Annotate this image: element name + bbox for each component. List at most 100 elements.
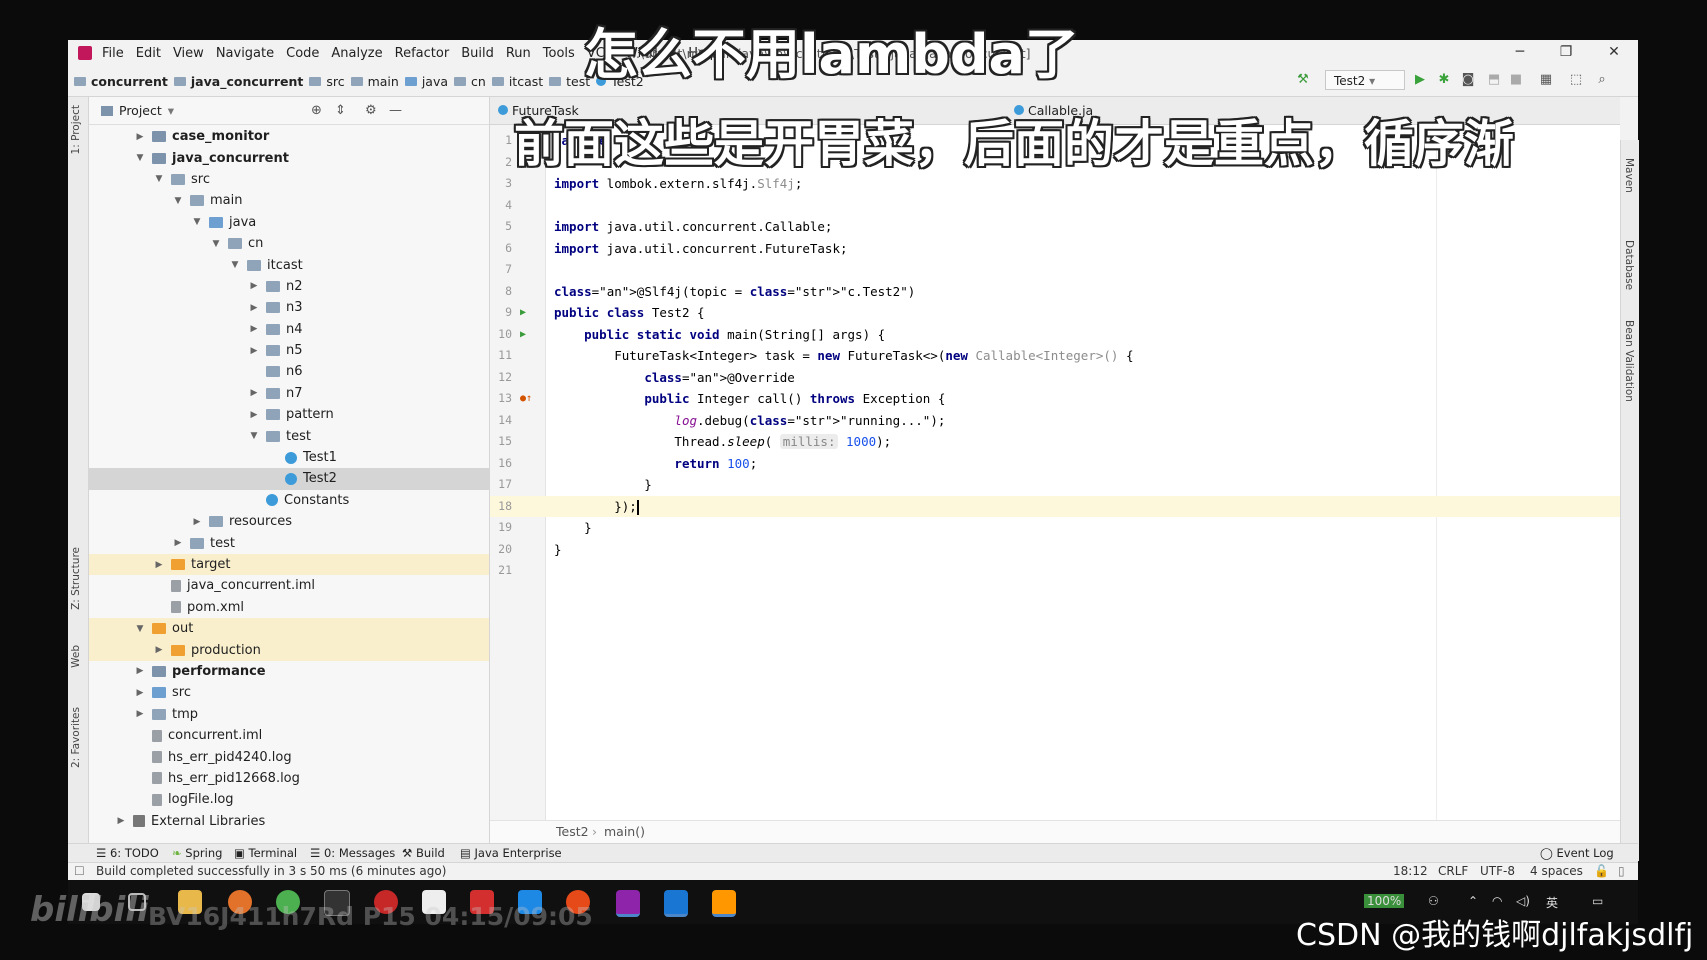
ime-indicator[interactable]: 英 [1546, 894, 1558, 911]
menu-tools[interactable]: Tools [543, 46, 575, 61]
menu-build[interactable]: Build [461, 46, 494, 61]
code-line[interactable]: 7 [490, 259, 1620, 281]
chevron-down-icon[interactable]: ▼ [172, 196, 184, 206]
editor-breadcrumb-class[interactable]: Test2 [556, 824, 589, 839]
debug-icon[interactable]: ✱ [1436, 72, 1452, 88]
tree-item[interactable]: Test2 [89, 468, 489, 490]
attach-icon[interactable]: ⬒ [1486, 72, 1502, 88]
chevron-right-icon[interactable]: ▶ [248, 410, 260, 420]
chevron-down-icon[interactable]: ▼ [229, 260, 241, 270]
terminal-tool-button[interactable]: ▣ Terminal [234, 846, 297, 860]
breadcrumb-item[interactable]: concurrent [74, 74, 168, 89]
menu-analyze[interactable]: Analyze [331, 46, 382, 61]
code-line[interactable]: 10 ▶ public static void main(String[] arg… [490, 324, 1620, 346]
gear-icon[interactable]: ⚙ [365, 103, 377, 118]
maven-tool-tab[interactable]: Maven [1623, 158, 1635, 193]
editor-breadcrumb-method[interactable]: main() [604, 824, 645, 839]
structure-tool-tab[interactable]: Z: Structure [70, 547, 82, 610]
tree-item[interactable]: ▶ n4 [89, 319, 489, 340]
chevron-up-icon[interactable]: ⌃ [1468, 894, 1478, 908]
override-marker-icon[interactable]: ●↑ [520, 388, 532, 410]
chevron-down-icon[interactable]: ▼ [134, 624, 146, 634]
chevron-right-icon[interactable]: ▶ [248, 303, 260, 313]
web-tool-tab[interactable]: Web [70, 645, 82, 668]
breadcrumb-item[interactable]: cn [454, 74, 486, 89]
chevron-right-icon[interactable]: ▶ [191, 517, 203, 527]
chevron-right-icon[interactable]: ▶ [172, 538, 184, 548]
code-line[interactable]: 20} [490, 539, 1620, 561]
tree-item[interactable]: concurrent.iml [89, 725, 489, 746]
status-message[interactable]: Build completed successfully in 3 s 50 m… [96, 864, 446, 878]
menu-navigate[interactable]: Navigate [216, 46, 274, 61]
tree-item[interactable]: ▶ n3 [89, 297, 489, 318]
breadcrumb-item[interactable]: java [404, 74, 448, 89]
tree-item[interactable]: Test1 [89, 447, 489, 468]
indent-setting[interactable]: 4 spaces [1530, 864, 1583, 878]
tree-item[interactable]: ▼ cn [89, 233, 489, 254]
tree-item[interactable]: Constants [89, 490, 489, 511]
build-tool-button[interactable]: ⚒ Build [402, 846, 445, 860]
run-config-select[interactable]: Test2 ▾ [1325, 70, 1405, 90]
restore-icon[interactable]: ❐ [1558, 44, 1574, 60]
tree-item[interactable]: hs_err_pid4240.log [89, 746, 489, 767]
tree-item[interactable]: ▼ test [89, 425, 489, 446]
project-tool-tab[interactable]: 1: Project [70, 105, 82, 154]
menu-file[interactable]: File [102, 46, 124, 61]
code-line[interactable]: 19 } [490, 517, 1620, 539]
menu-edit[interactable]: Edit [136, 46, 161, 61]
code-area[interactable]: 1 package 2 3 import lombok.extern.slf4j.Slf… [490, 130, 1620, 582]
tree-item[interactable]: ▼ java [89, 212, 489, 233]
code-editor[interactable]: 1 package 2 3 import lombok.extern.slf4j.Slf… [490, 125, 1620, 844]
status-square-icon[interactable]: ☐ [74, 864, 85, 878]
project-view-select[interactable]: Project ▾ [101, 103, 174, 118]
code-line[interactable]: 21 [490, 560, 1620, 582]
chevron-down-icon[interactable]: ▼ [210, 239, 222, 249]
search-icon[interactable]: ⌕ [1594, 72, 1610, 88]
project-structure-icon[interactable]: ▦ [1538, 72, 1554, 88]
bean-validation-tool-tab[interactable]: Bean Validation [1623, 320, 1635, 402]
code-line[interactable]: 12 class="an">@Override [490, 367, 1620, 389]
code-line[interactable]: 18 }); [490, 495, 1620, 517]
run-gutter-icon[interactable]: ▶ [520, 324, 526, 346]
tree-item[interactable]: ▶ pattern [89, 404, 489, 425]
code-line[interactable]: 3 import lombok.extern.slf4j.Slf4j; [490, 173, 1620, 195]
java-enterprise-tool-button[interactable]: ▤ Java Enterprise [460, 846, 562, 860]
chevron-right-icon[interactable]: ▶ [248, 388, 260, 398]
chevron-right-icon[interactable]: ▶ [115, 816, 127, 826]
volume-icon[interactable]: ◁) [1516, 894, 1530, 908]
tree-item[interactable]: n6 [89, 361, 489, 382]
locate-icon[interactable]: ⊕ [311, 103, 322, 118]
chevron-right-icon[interactable]: ▶ [134, 666, 146, 676]
tree-item[interactable]: ▼ out [89, 617, 489, 640]
code-line[interactable]: 4 [490, 195, 1620, 217]
minimize-icon[interactable]: ─ [1512, 44, 1528, 60]
tree-item[interactable]: ▶ n2 [89, 276, 489, 297]
caret-position[interactable]: 18:12 [1393, 864, 1428, 878]
build-hammer-icon[interactable]: ⚒ [1295, 72, 1311, 88]
tree-item[interactable]: ▼ java_concurrent [89, 147, 489, 168]
chevron-right-icon[interactable]: ▶ [134, 688, 146, 698]
code-line[interactable]: 14 log.debug(class="str">"running..."); [490, 410, 1620, 432]
tree-item[interactable]: ▶ resources [89, 511, 489, 532]
database-tool-tab[interactable]: Database [1623, 240, 1635, 290]
menu-refactor[interactable]: Refactor [395, 46, 450, 61]
code-line[interactable]: 17 } [490, 474, 1620, 496]
chevron-right-icon[interactable]: ▶ [134, 709, 146, 719]
line-separator[interactable]: CRLF [1438, 864, 1468, 878]
tree-item[interactable]: ▶ case_monitor [89, 126, 489, 147]
spring-tool-button[interactable]: ❧ Spring [172, 846, 222, 860]
tree-item[interactable]: ▶ production [89, 639, 489, 661]
close-icon[interactable]: ✕ [1606, 44, 1622, 60]
tree-item[interactable]: ▶ External Libraries [89, 811, 489, 832]
code-line[interactable]: 6 import java.util.concurrent.FutureTask; [490, 238, 1620, 260]
notification-icon[interactable]: ▯ [1618, 864, 1625, 878]
chevron-down-icon[interactable]: ▼ [248, 431, 260, 441]
tree-item[interactable]: ▶ n5 [89, 340, 489, 361]
action-center-icon[interactable]: ▭ [1592, 894, 1603, 908]
vscode-icon[interactable] [664, 890, 688, 917]
run-gutter-icon[interactable]: ▶ [520, 302, 526, 324]
coverage-icon[interactable]: ◙ [1460, 72, 1476, 88]
code-line[interactable]: 5 import java.util.concurrent.Callable; [490, 216, 1620, 238]
tree-item[interactable]: ▼ main [89, 190, 489, 211]
tree-item[interactable]: java_concurrent.iml [89, 575, 489, 596]
